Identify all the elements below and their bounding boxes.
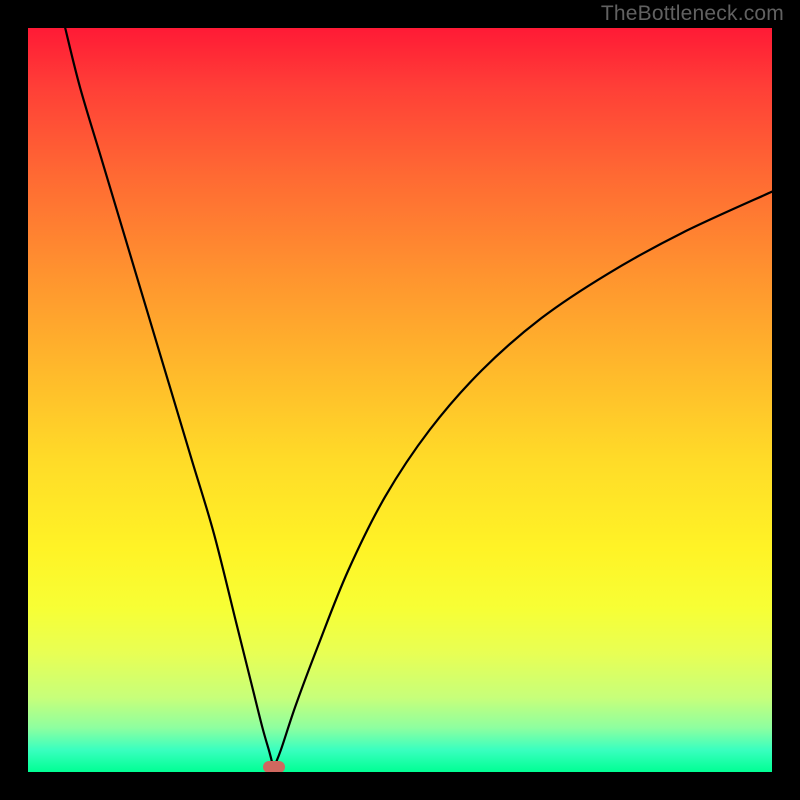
curve-right-branch: [274, 192, 772, 769]
chart-frame: [28, 28, 772, 772]
watermark-text: TheBottleneck.com: [601, 2, 784, 26]
bottleneck-curve: [28, 28, 772, 772]
vertex-marker: [263, 761, 285, 772]
curve-left-branch: [65, 28, 273, 768]
